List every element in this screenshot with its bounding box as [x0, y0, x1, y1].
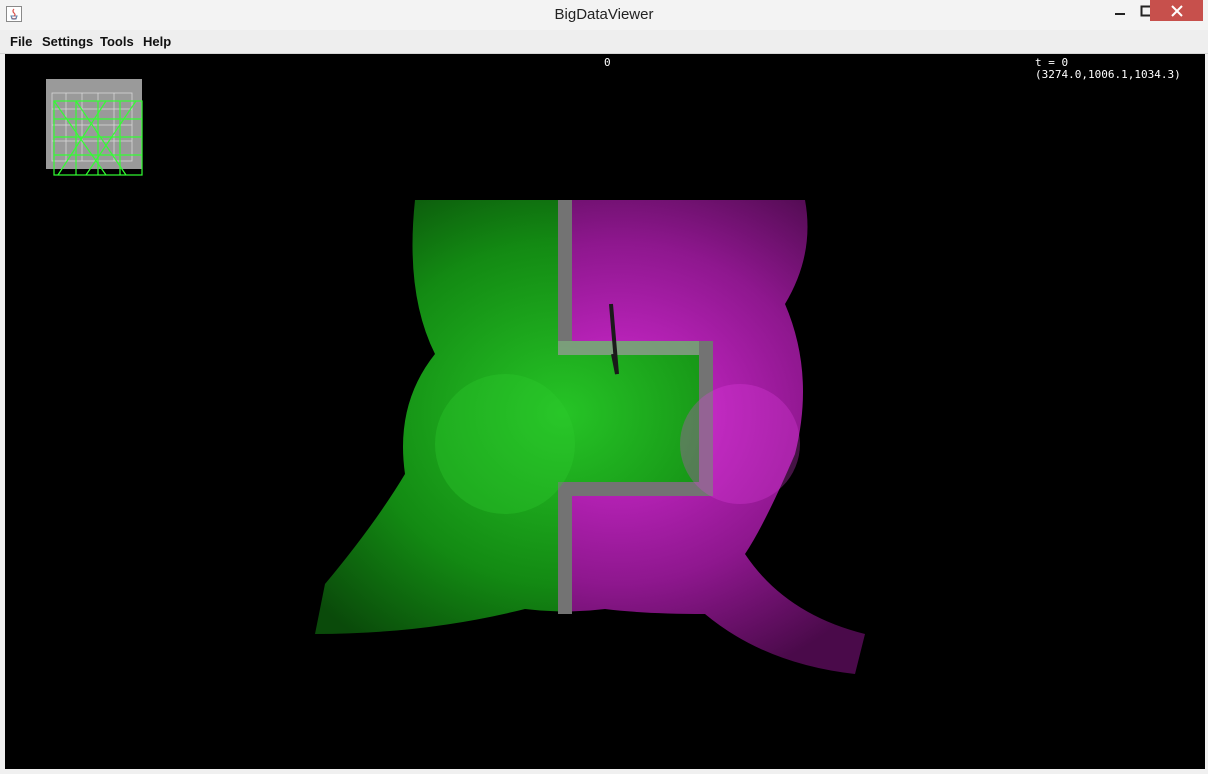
close-icon[interactable]: [1150, 0, 1203, 21]
window-title: BigDataViewer: [554, 6, 654, 23]
menu-settings[interactable]: Settings: [42, 34, 93, 49]
brain-slice-image: [315, 200, 865, 674]
source-label: 0: [604, 56, 611, 69]
menu-help[interactable]: Help: [143, 34, 171, 49]
coordinate-readout: (3274.0,1006.1,1034.3): [1035, 68, 1181, 81]
menu-tools[interactable]: Tools: [100, 34, 134, 49]
title-bar: BigDataViewer: [0, 0, 1208, 30]
menu-bar: File Settings Tools Help: [0, 30, 1208, 54]
viewer-canvas[interactable]: 0 t = 0 (3274.0,1006.1,1034.3): [5, 54, 1205, 769]
menu-file[interactable]: File: [10, 34, 32, 49]
box-overview-minimap: [46, 79, 146, 179]
